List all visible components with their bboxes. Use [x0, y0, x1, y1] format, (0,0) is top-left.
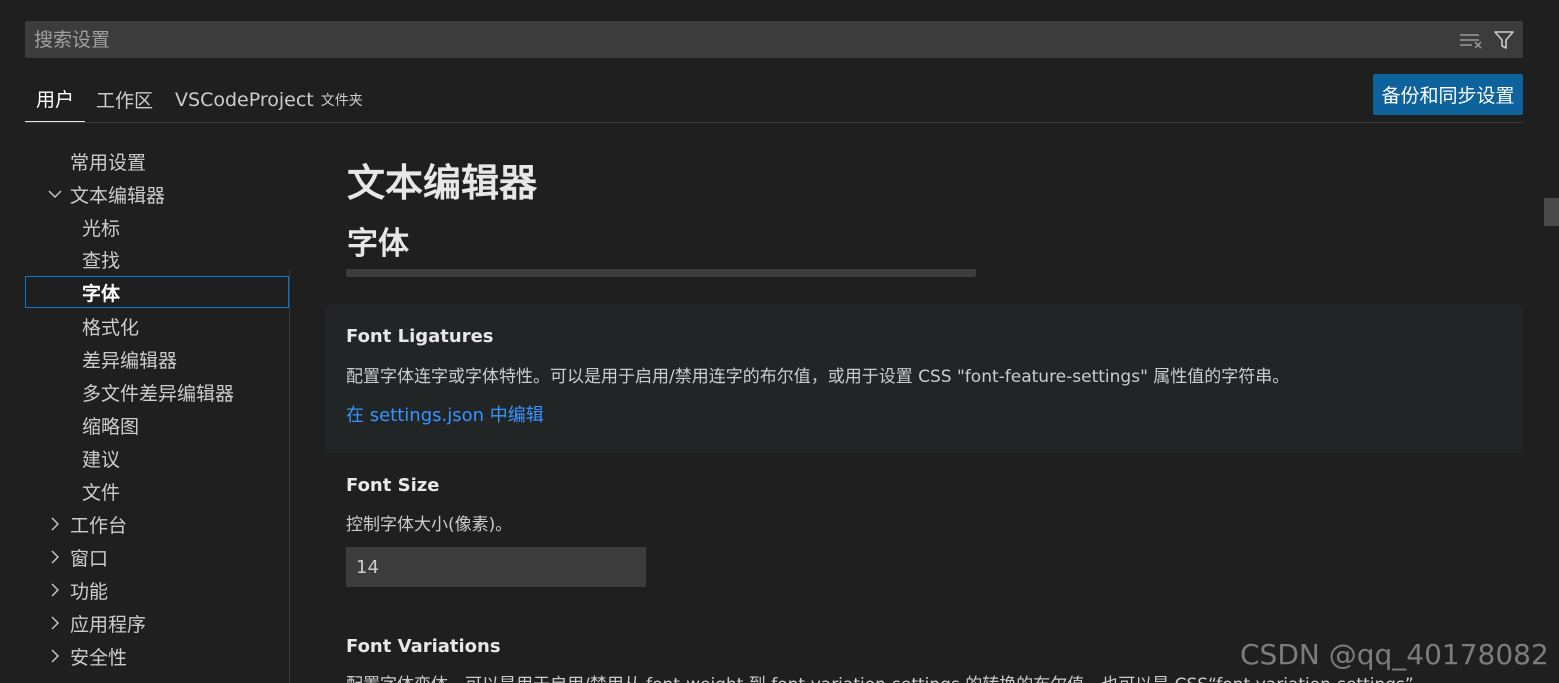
toc-item-font[interactable]: 字体 [25, 276, 289, 308]
tab-folder-suffix: 文件夹 [320, 92, 363, 109]
toc-item-files[interactable]: 文件 [25, 475, 289, 507]
toc-item-multi-diff-editor[interactable]: 多文件差异编辑器 [25, 376, 289, 408]
settings-editor: 用户 工作区 VSCodeProject 文件夹 备份和同步设置 常用设置 文本… [0, 0, 1559, 683]
section-title: 文本编辑器 [347, 161, 538, 205]
font-size-input[interactable] [346, 547, 646, 587]
chevron-right-icon [45, 547, 65, 567]
sidebar-divider [289, 270, 290, 683]
chevron-right-icon [45, 514, 65, 534]
chevron-down-icon [45, 184, 65, 204]
scrollbar-thumb[interactable] [1544, 198, 1559, 226]
setting-description: 配置字体变体。可以是用于启用/禁用从 font-weight 到 font-va… [346, 670, 1414, 683]
backup-sync-button[interactable]: 备份和同步设置 [1373, 74, 1523, 115]
toc-item-workbench[interactable]: 工作台 [25, 508, 289, 540]
toc-item-formatting[interactable]: 格式化 [25, 310, 289, 342]
setting-description: 配置字体连字或字体特性。可以是用于启用/禁用连字的布尔值，或用于设置 CSS "… [346, 367, 1290, 387]
settings-content: 文本编辑器 字体 Font Ligatures 配置字体连字或字体特性。可以是用… [325, 130, 1525, 683]
settings-scope-tabs: 用户 工作区 VSCodeProject 文件夹 [25, 76, 374, 123]
toc-item-text-editor[interactable]: 文本编辑器 [25, 178, 289, 210]
toc-item-find[interactable]: 查找 [25, 243, 289, 275]
setting-title: Font Size [346, 475, 440, 496]
toc-item-application[interactable]: 应用程序 [25, 607, 289, 639]
setting-title: Font Variations [346, 636, 501, 657]
search-input[interactable] [34, 28, 1459, 51]
chevron-right-icon [45, 613, 65, 633]
search-bar [25, 21, 1523, 58]
toc-item-cursor[interactable]: 光标 [25, 211, 289, 243]
toc-item-suggestions[interactable]: 建议 [25, 442, 289, 474]
settings-toc: 常用设置 文本编辑器 光标 查找 字体 格式化 差异编辑器 多文件差异编辑器 缩… [25, 145, 289, 683]
toc-item-minimap[interactable]: 缩略图 [25, 409, 289, 441]
tab-workspace[interactable]: 工作区 [85, 76, 164, 123]
font-family-input-edge[interactable] [346, 269, 976, 277]
toc-item-diff-editor[interactable]: 差异编辑器 [25, 343, 289, 375]
toc-item-features[interactable]: 功能 [25, 574, 289, 606]
setting-description: 控制字体大小(像素)。 [346, 515, 513, 535]
toc-item-window[interactable]: 窗口 [25, 541, 289, 573]
filter-icon[interactable] [1493, 29, 1515, 51]
clear-filter-icon[interactable] [1459, 31, 1483, 49]
toc-item-common[interactable]: 常用设置 [25, 145, 289, 177]
watermark: CSDN @qq_40178082 [1240, 638, 1549, 671]
chevron-right-icon [45, 646, 65, 666]
setting-title: Font Ligatures [346, 326, 494, 347]
tabs-divider [25, 122, 1523, 123]
toc-item-security[interactable]: 安全性 [25, 640, 289, 672]
chevron-right-icon [45, 580, 65, 600]
tab-folder[interactable]: VSCodeProject 文件夹 [164, 76, 374, 123]
edit-in-settings-json-link[interactable]: 在 settings.json 中编辑 [346, 401, 544, 427]
subsection-title: 字体 [347, 226, 409, 262]
tab-user[interactable]: 用户 [25, 76, 86, 123]
